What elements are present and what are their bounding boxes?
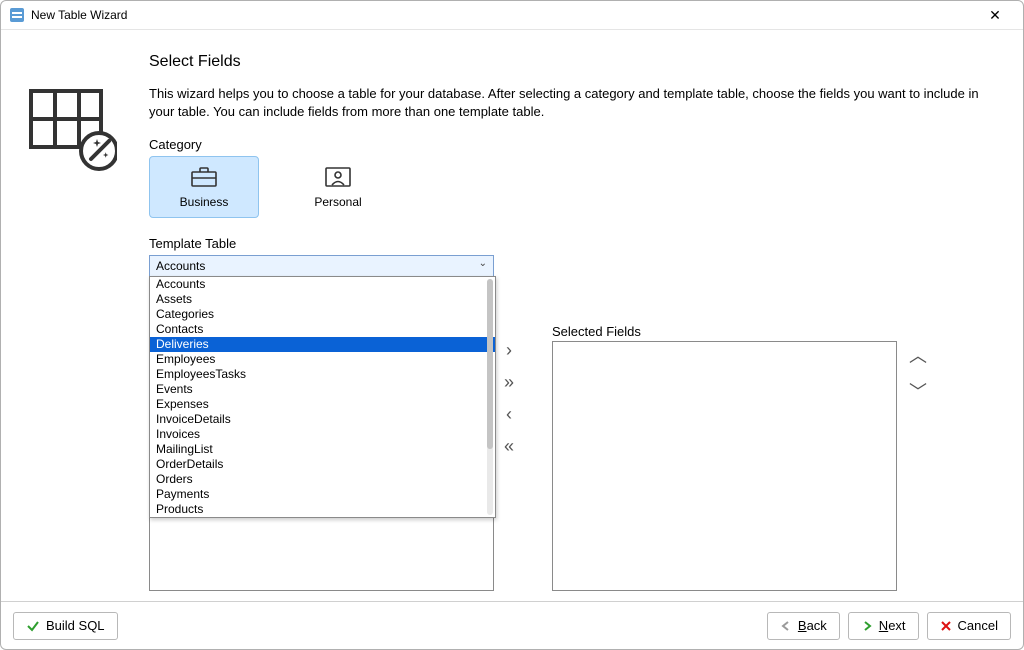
arrow-right-icon	[861, 620, 873, 632]
back-button[interactable]: Back	[767, 612, 840, 640]
scrollbar-thumb[interactable]	[487, 279, 493, 449]
template-option-deliveries[interactable]: Deliveries	[150, 337, 495, 352]
check-icon	[26, 619, 40, 633]
category-options: Business Personal	[149, 156, 999, 218]
template-table-dropdown[interactable]: AccountsAssetsCategoriesContactsDeliveri…	[149, 276, 496, 518]
template-option-categories[interactable]: Categories	[150, 307, 495, 322]
category-label: Category	[149, 137, 999, 152]
template-table-area: Accounts ⌄ AccountsAssetsCategoriesConta…	[149, 255, 494, 277]
template-option-assets[interactable]: Assets	[150, 292, 495, 307]
wizard-footer: Build SQL Back Next Cancel	[1, 601, 1023, 649]
move-all-right-button[interactable]: »	[504, 373, 514, 391]
person-frame-icon	[324, 166, 352, 191]
category-business-label: Business	[180, 195, 229, 209]
titlebar: New Table Wizard ✕	[1, 1, 1023, 30]
template-option-invoices[interactable]: Invoices	[150, 427, 495, 442]
template-option-contacts[interactable]: Contacts	[150, 322, 495, 337]
move-up-button[interactable]: ︿	[909, 347, 927, 365]
template-table-value: Accounts	[156, 259, 205, 273]
field-order-buttons: ︿ ﹀	[909, 347, 927, 401]
briefcase-icon	[190, 166, 218, 191]
window-title: New Table Wizard	[31, 8, 127, 22]
template-option-expenses[interactable]: Expenses	[150, 397, 495, 412]
cancel-label: Cancel	[958, 618, 998, 633]
page-title: Select Fields	[149, 53, 999, 71]
template-option-events[interactable]: Events	[150, 382, 495, 397]
template-table-combo[interactable]: Accounts ⌄	[149, 255, 494, 277]
move-right-button[interactable]: ›	[506, 341, 512, 359]
build-sql-label: Build SQL	[46, 618, 105, 633]
move-down-button[interactable]: ﹀	[909, 383, 927, 401]
selected-fields-list[interactable]	[552, 341, 897, 591]
template-option-payments[interactable]: Payments	[150, 487, 495, 502]
app-icon	[9, 7, 25, 23]
page-description: This wizard helps you to choose a table …	[149, 85, 999, 121]
template-option-accounts[interactable]: Accounts	[150, 277, 495, 292]
template-table-label: Template Table	[149, 236, 999, 251]
template-option-orders[interactable]: Orders	[150, 472, 495, 487]
field-move-buttons: › » ‹ «	[504, 341, 514, 455]
template-option-invoicedetails[interactable]: InvoiceDetails	[150, 412, 495, 427]
wizard-window: New Table Wizard ✕ Select Fields This wi…	[0, 0, 1024, 650]
chevron-down-icon: ⌄	[479, 258, 487, 269]
template-option-mailinglist[interactable]: MailingList	[150, 442, 495, 457]
content-column: Select Fields This wizard helps you to c…	[149, 53, 999, 277]
template-option-employees[interactable]: Employees	[150, 352, 495, 367]
arrow-left-icon	[780, 620, 792, 632]
selected-fields-label: Selected Fields	[552, 324, 641, 339]
wizard-icon	[29, 85, 117, 176]
template-option-orderdetails[interactable]: OrderDetails	[150, 457, 495, 472]
category-personal-label: Personal	[314, 195, 361, 209]
close-icon	[940, 620, 952, 632]
category-business[interactable]: Business	[149, 156, 259, 218]
move-left-button[interactable]: ‹	[506, 405, 512, 423]
template-option-products[interactable]: Products	[150, 502, 495, 517]
category-personal[interactable]: Personal	[283, 156, 393, 218]
template-option-employeestasks[interactable]: EmployeesTasks	[150, 367, 495, 382]
next-label: Next	[879, 618, 906, 633]
back-label: Back	[798, 618, 827, 633]
build-sql-button[interactable]: Build SQL	[13, 612, 118, 640]
window-close-button[interactable]: ✕	[975, 7, 1015, 24]
cancel-button[interactable]: Cancel	[927, 612, 1011, 640]
next-button[interactable]: Next	[848, 612, 919, 640]
move-all-left-button[interactable]: «	[504, 437, 514, 455]
